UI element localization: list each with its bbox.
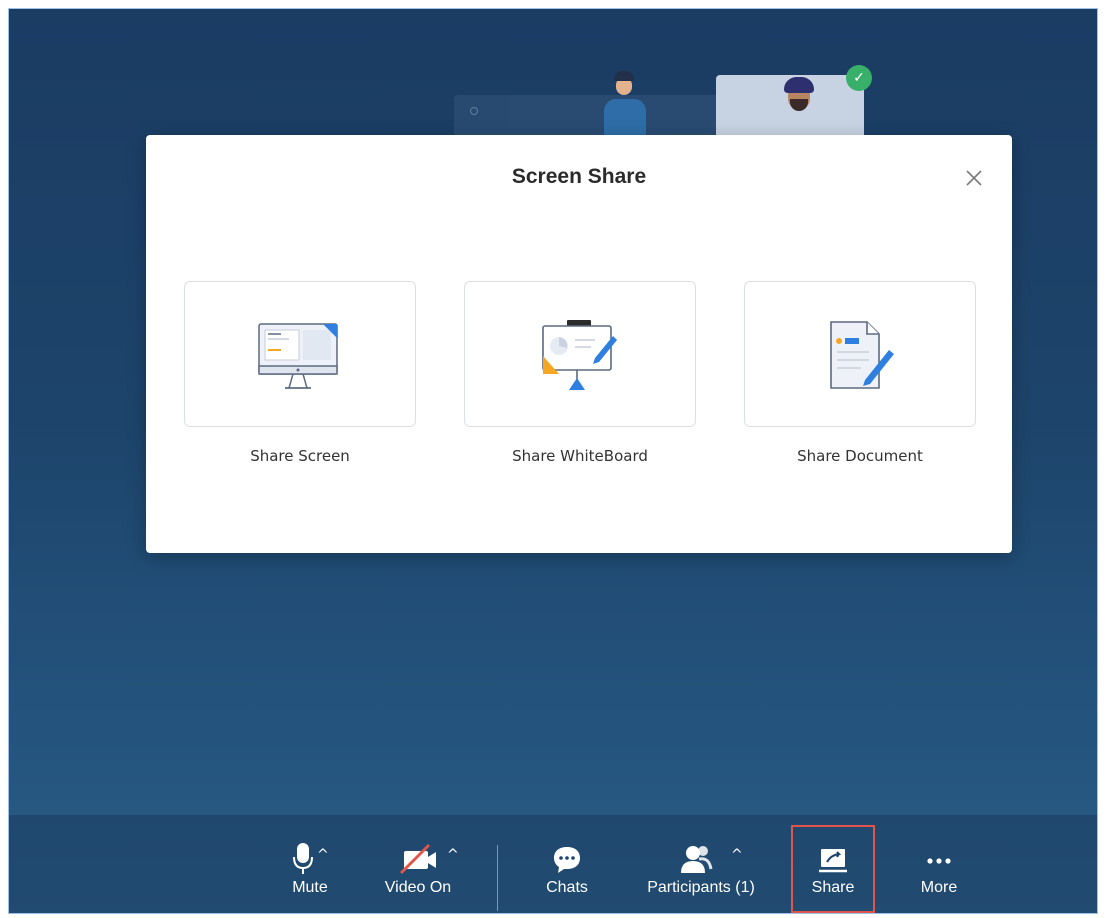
video-off-icon [399, 843, 436, 875]
more-dots-icon [927, 858, 951, 864]
meeting-toolbar: ^ Mute ^ Video On Chats ^ Participants (… [9, 815, 1097, 913]
participants-label: Participants (1) [647, 879, 755, 896]
video-button[interactable]: ^ Video On [375, 841, 461, 897]
mute-label: Mute [292, 879, 328, 896]
participants-icon [681, 846, 713, 873]
share-whiteboard-card[interactable] [464, 281, 696, 427]
share-label: Share [811, 879, 855, 896]
chat-bubble-icon [554, 847, 580, 873]
share-screen-icon [819, 849, 847, 873]
illustration-person [604, 71, 646, 149]
monitor-icon [258, 323, 338, 389]
share-screen-label: Share Screen [250, 447, 350, 465]
share-whiteboard-option[interactable]: Share WhiteBoard [464, 281, 696, 465]
more-label: More [920, 879, 958, 896]
check-icon: ✓ [846, 65, 872, 91]
mute-options-chevron-icon[interactable]: ^ [317, 847, 329, 863]
video-label: Video On [384, 879, 452, 896]
document-icon [830, 321, 894, 389]
chats-label: Chats [546, 879, 588, 896]
illustration-person-bearded [784, 77, 818, 117]
share-screen-card[interactable] [184, 281, 416, 427]
mute-button[interactable]: ^ Mute [279, 841, 341, 897]
share-whiteboard-label: Share WhiteBoard [512, 447, 648, 465]
close-icon[interactable] [961, 165, 987, 191]
participants-options-chevron-icon[interactable]: ^ [731, 847, 743, 863]
participants-button[interactable]: ^ Participants (1) [633, 841, 769, 897]
video-options-chevron-icon[interactable]: ^ [447, 847, 459, 863]
share-document-option[interactable]: Share Document [744, 281, 976, 465]
share-screen-option[interactable]: Share Screen [184, 281, 416, 465]
share-button[interactable]: Share [799, 841, 867, 897]
chats-button[interactable]: Chats [537, 841, 597, 897]
dialog-title: Screen Share [511, 165, 647, 188]
toolbar-divider [497, 845, 498, 911]
more-button[interactable]: More [909, 841, 969, 897]
meeting-window: ✓ Screen Share Share Screen Share WhiteB… [8, 8, 1098, 914]
share-document-card[interactable] [744, 281, 976, 427]
screen-share-dialog: Screen Share Share Screen Share WhiteBoa… [146, 135, 1012, 553]
whiteboard-icon [542, 320, 617, 390]
share-document-label: Share Document [797, 447, 923, 465]
